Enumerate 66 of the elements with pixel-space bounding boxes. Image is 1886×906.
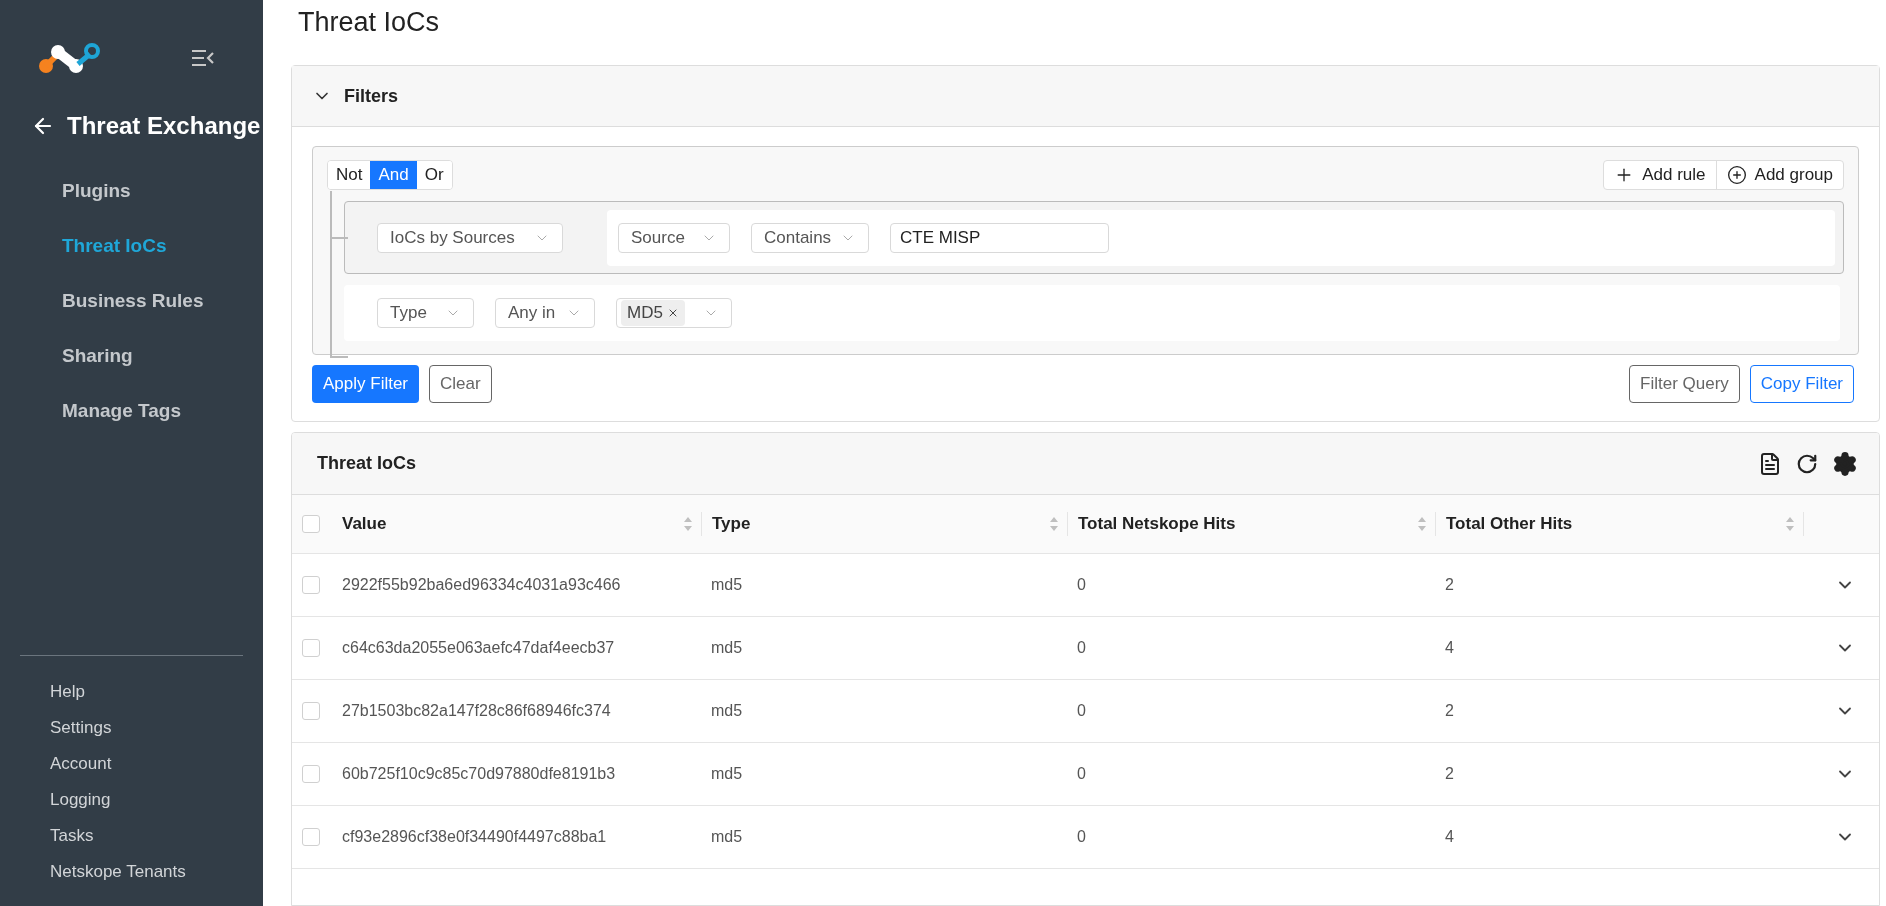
value-field[interactable]: CTE MISP	[890, 222, 1109, 253]
dropdown[interactable]: Any in	[495, 298, 595, 328]
checkbox[interactable]	[302, 639, 320, 657]
sidebar-nav-item[interactable]: Sharing	[0, 329, 263, 384]
table-cell-text: md5	[710, 638, 744, 658]
section-title: Threat Exchange	[67, 111, 261, 141]
sidebar-nav-item[interactable]: Plugins	[0, 164, 263, 219]
table-cell-text: 4	[1444, 638, 1455, 658]
table-cell-text: md5	[710, 827, 744, 847]
column-header[interactable]: Type	[712, 511, 751, 537]
apply-filter-button[interactable]: Apply Filter	[312, 365, 420, 403]
dropdown[interactable]: Source	[618, 222, 730, 253]
table-cell-text: 2	[1444, 575, 1455, 595]
copy-filter-button[interactable]: Copy Filter	[1749, 365, 1854, 403]
sidebar-link[interactable]: Logging	[50, 782, 263, 818]
add-group-button[interactable]: Add group	[1715, 161, 1843, 189]
sidebar-link[interactable]: Settings	[50, 710, 263, 746]
dropdown[interactable]: IoCs by Sources	[377, 222, 563, 253]
clear-button[interactable]: Clear	[429, 365, 492, 403]
plus-circle-icon	[1726, 165, 1747, 185]
column-header[interactable]: Total Netskope Hits	[1078, 511, 1236, 537]
sidebar-link[interactable]: Help	[50, 674, 263, 710]
table-cell-text: md5	[710, 701, 744, 721]
dropdown[interactable]: Contains	[751, 222, 869, 253]
table-cell-text: 27b1503bc82a147f28c86f68946fc374	[342, 701, 612, 721]
table-title: Threat IoCs	[317, 452, 417, 475]
checkbox[interactable]	[302, 515, 320, 533]
checkbox[interactable]	[302, 765, 320, 783]
settings-icon[interactable]	[1832, 450, 1858, 477]
table-cell-text: 0	[1076, 764, 1087, 784]
page-title: Threat IoCs	[297, 5, 441, 39]
filters-header[interactable]: Filters	[292, 66, 1879, 127]
sidebar-nav-item[interactable]: Manage Tags	[0, 384, 263, 439]
combinator-toggle[interactable]: And	[370, 161, 417, 189]
filter-query-button[interactable]: Filter Query	[1629, 365, 1740, 403]
table-cell-text: 2	[1444, 764, 1455, 784]
checkbox[interactable]	[302, 828, 320, 846]
sidebar-link[interactable]: Tasks	[50, 818, 263, 854]
filters-title: Filters	[344, 84, 399, 108]
table-cell-text: 60b725f10c9c85c70d97880dfe8191b3	[342, 764, 617, 784]
table-cell-text: 0	[1076, 575, 1087, 595]
table-cell-text: 2	[1444, 701, 1455, 721]
table-cell-text: 0	[1076, 827, 1087, 847]
sidebar-link[interactable]: Account	[50, 746, 263, 782]
sidebar-link[interactable]: Netskope Tenants	[50, 854, 263, 890]
table-cell-text: 4	[1444, 827, 1455, 847]
checkbox[interactable]	[302, 576, 320, 594]
table-cell-text: 2922f55b92ba6ed96334c4031a93c466	[342, 575, 622, 595]
sidebar-nav-item[interactable]: Business Rules	[0, 274, 263, 329]
tag-select[interactable]: MD5	[616, 298, 732, 328]
menu-collapse-icon[interactable]	[191, 49, 215, 67]
table-cell-text: 0	[1076, 638, 1087, 658]
column-header[interactable]: Value	[342, 511, 387, 537]
table-cell-text: md5	[710, 575, 744, 595]
table-cell-text: md5	[710, 764, 744, 784]
dropdown[interactable]: Type	[377, 298, 474, 328]
sidebar-nav-item[interactable]: Threat IoCs	[0, 219, 263, 274]
add-rule-button[interactable]: Add rule	[1604, 161, 1716, 189]
table-cell-text: 0	[1076, 701, 1087, 721]
checkbox[interactable]	[302, 702, 320, 720]
table-cell-text: c64c63da2055e063aefc47daf4eecb37	[342, 638, 616, 658]
logo-icon	[38, 42, 102, 74]
column-header[interactable]: Total Other Hits	[1446, 511, 1573, 537]
refresh-icon[interactable]	[1796, 452, 1818, 475]
table-cell-text: cf93e2896cf38e0f34490f4497c88ba1	[342, 827, 608, 847]
selected-tag: MD5	[621, 300, 685, 326]
